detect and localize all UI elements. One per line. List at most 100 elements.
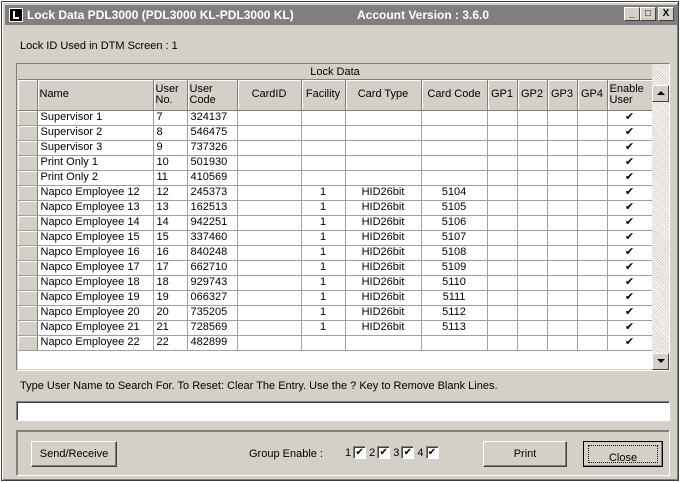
cell-enable-user[interactable]: ✔ xyxy=(607,290,652,306)
cell-name[interactable]: Napco Employee 22 xyxy=(37,335,154,351)
cell-card-code[interactable]: 5107 xyxy=(421,230,488,246)
row-selector[interactable] xyxy=(18,170,38,186)
cell-gp2[interactable] xyxy=(517,140,548,156)
header-card-type[interactable]: Card Type xyxy=(345,80,422,111)
cell-user-no[interactable]: 18 xyxy=(153,275,188,291)
cell-gp1[interactable] xyxy=(487,260,518,276)
cell-card-type[interactable] xyxy=(345,155,422,171)
cell-gp4[interactable] xyxy=(577,140,608,156)
cell-name[interactable]: Print Only 1 xyxy=(37,155,154,171)
cell-gp4[interactable] xyxy=(577,320,608,336)
table-row[interactable]: Napco Employee 19 19 066327 1 HID26bit 5111 ✔ xyxy=(18,290,652,306)
cell-gp1[interactable] xyxy=(487,185,518,201)
cell-user-no[interactable]: 11 xyxy=(153,170,188,186)
cell-enable-user[interactable]: ✔ xyxy=(607,260,652,276)
cell-card-type[interactable] xyxy=(345,140,422,156)
cell-gp3[interactable] xyxy=(547,275,578,291)
cell-card-code[interactable] xyxy=(421,125,488,141)
cell-facility[interactable]: 1 xyxy=(301,215,346,231)
cell-user-code[interactable]: 662710 xyxy=(187,260,238,276)
cell-facility[interactable]: 1 xyxy=(301,245,346,261)
table-row[interactable]: Supervisor 3 9 737326 ✔ xyxy=(18,140,652,156)
cell-user-no[interactable]: 9 xyxy=(153,140,188,156)
table-row[interactable]: Print Only 1 10 501930 ✔ xyxy=(18,155,652,171)
cell-card-type[interactable]: HID26bit xyxy=(345,275,422,291)
cell-facility[interactable]: 1 xyxy=(301,200,346,216)
cell-gp3[interactable] xyxy=(547,245,578,261)
cell-card-type[interactable]: HID26bit xyxy=(345,290,422,306)
cell-user-no[interactable]: 15 xyxy=(153,230,188,246)
maximize-button[interactable]: □ xyxy=(640,7,656,21)
table-row[interactable]: Napco Employee 22 22 482899 ✔ xyxy=(18,335,652,351)
cell-card-id[interactable] xyxy=(237,290,302,306)
group-2-checkbox[interactable]: ✔ xyxy=(377,446,391,459)
cell-user-code[interactable]: 410569 xyxy=(187,170,238,186)
row-selector[interactable] xyxy=(18,125,38,141)
cell-facility[interactable] xyxy=(301,170,346,186)
cell-enable-user[interactable]: ✔ xyxy=(607,200,652,216)
cell-user-no[interactable]: 7 xyxy=(153,110,188,126)
header-card-code[interactable]: Card Code xyxy=(421,80,488,111)
cell-card-id[interactable] xyxy=(237,110,302,126)
table-row[interactable]: Napco Employee 21 21 728569 1 HID26bit 5113 ✔ xyxy=(18,320,652,336)
cell-name[interactable]: Napco Employee 14 xyxy=(37,215,154,231)
cell-enable-user[interactable]: ✔ xyxy=(607,185,652,201)
cell-gp3[interactable] xyxy=(547,125,578,141)
table-row[interactable]: Napco Employee 18 18 929743 1 HID26bit 5110 ✔ xyxy=(18,275,652,291)
group-4-checkbox[interactable]: ✔ xyxy=(425,446,439,459)
cell-card-code[interactable] xyxy=(421,170,488,186)
row-selector[interactable] xyxy=(18,290,38,306)
table-row[interactable]: Napco Employee 14 14 942251 1 HID26bit 5106 ✔ xyxy=(18,215,652,231)
cell-enable-user[interactable]: ✔ xyxy=(607,170,652,186)
cell-user-code[interactable]: 840248 xyxy=(187,245,238,261)
cell-name[interactable]: Napco Employee 19 xyxy=(37,290,154,306)
cell-gp2[interactable] xyxy=(517,185,548,201)
cell-gp3[interactable] xyxy=(547,185,578,201)
cell-user-no[interactable]: 22 xyxy=(153,335,188,351)
cell-user-code[interactable]: 337460 xyxy=(187,230,238,246)
cell-user-no[interactable]: 13 xyxy=(153,200,188,216)
row-selector[interactable] xyxy=(18,230,38,246)
cell-gp1[interactable] xyxy=(487,170,518,186)
search-input[interactable] xyxy=(16,401,670,421)
cell-card-type[interactable] xyxy=(345,170,422,186)
cell-user-no[interactable]: 16 xyxy=(153,245,188,261)
header-user-code[interactable]: User Code xyxy=(187,80,238,111)
cell-gp3[interactable] xyxy=(547,155,578,171)
cell-user-code[interactable]: 245373 xyxy=(187,185,238,201)
cell-gp1[interactable] xyxy=(487,125,518,141)
header-card-id[interactable]: CardID xyxy=(237,80,302,111)
cell-gp1[interactable] xyxy=(487,305,518,321)
cell-card-code[interactable] xyxy=(421,155,488,171)
cell-card-id[interactable] xyxy=(237,170,302,186)
cell-gp4[interactable] xyxy=(577,185,608,201)
row-selector[interactable] xyxy=(18,200,38,216)
cell-gp4[interactable] xyxy=(577,230,608,246)
cell-gp4[interactable] xyxy=(577,260,608,276)
cell-card-type[interactable]: HID26bit xyxy=(345,215,422,231)
cell-card-code[interactable]: 5104 xyxy=(421,185,488,201)
row-selector[interactable] xyxy=(18,320,38,336)
cell-gp2[interactable] xyxy=(517,335,548,351)
cell-card-type[interactable]: HID26bit xyxy=(345,200,422,216)
cell-gp1[interactable] xyxy=(487,155,518,171)
cell-card-code[interactable]: 5106 xyxy=(421,215,488,231)
cell-card-type[interactable] xyxy=(345,335,422,351)
cell-facility[interactable]: 1 xyxy=(301,305,346,321)
cell-card-type[interactable]: HID26bit xyxy=(345,320,422,336)
cell-gp4[interactable] xyxy=(577,245,608,261)
cell-card-id[interactable] xyxy=(237,140,302,156)
cell-card-id[interactable] xyxy=(237,155,302,171)
table-row[interactable]: Supervisor 2 8 546475 ✔ xyxy=(18,125,652,141)
cell-name[interactable]: Napco Employee 17 xyxy=(37,260,154,276)
group-1-checkbox[interactable]: ✔ xyxy=(353,446,367,459)
cell-gp3[interactable] xyxy=(547,170,578,186)
cell-gp2[interactable] xyxy=(517,170,548,186)
cell-card-code[interactable]: 5111 xyxy=(421,290,488,306)
cell-user-no[interactable]: 12 xyxy=(153,185,188,201)
cell-card-code[interactable]: 5109 xyxy=(421,260,488,276)
table-row[interactable]: Napco Employee 20 20 735205 1 HID26bit 5112 ✔ xyxy=(18,305,652,321)
cell-enable-user[interactable]: ✔ xyxy=(607,155,652,171)
cell-card-code[interactable] xyxy=(421,335,488,351)
cell-user-code[interactable]: 929743 xyxy=(187,275,238,291)
